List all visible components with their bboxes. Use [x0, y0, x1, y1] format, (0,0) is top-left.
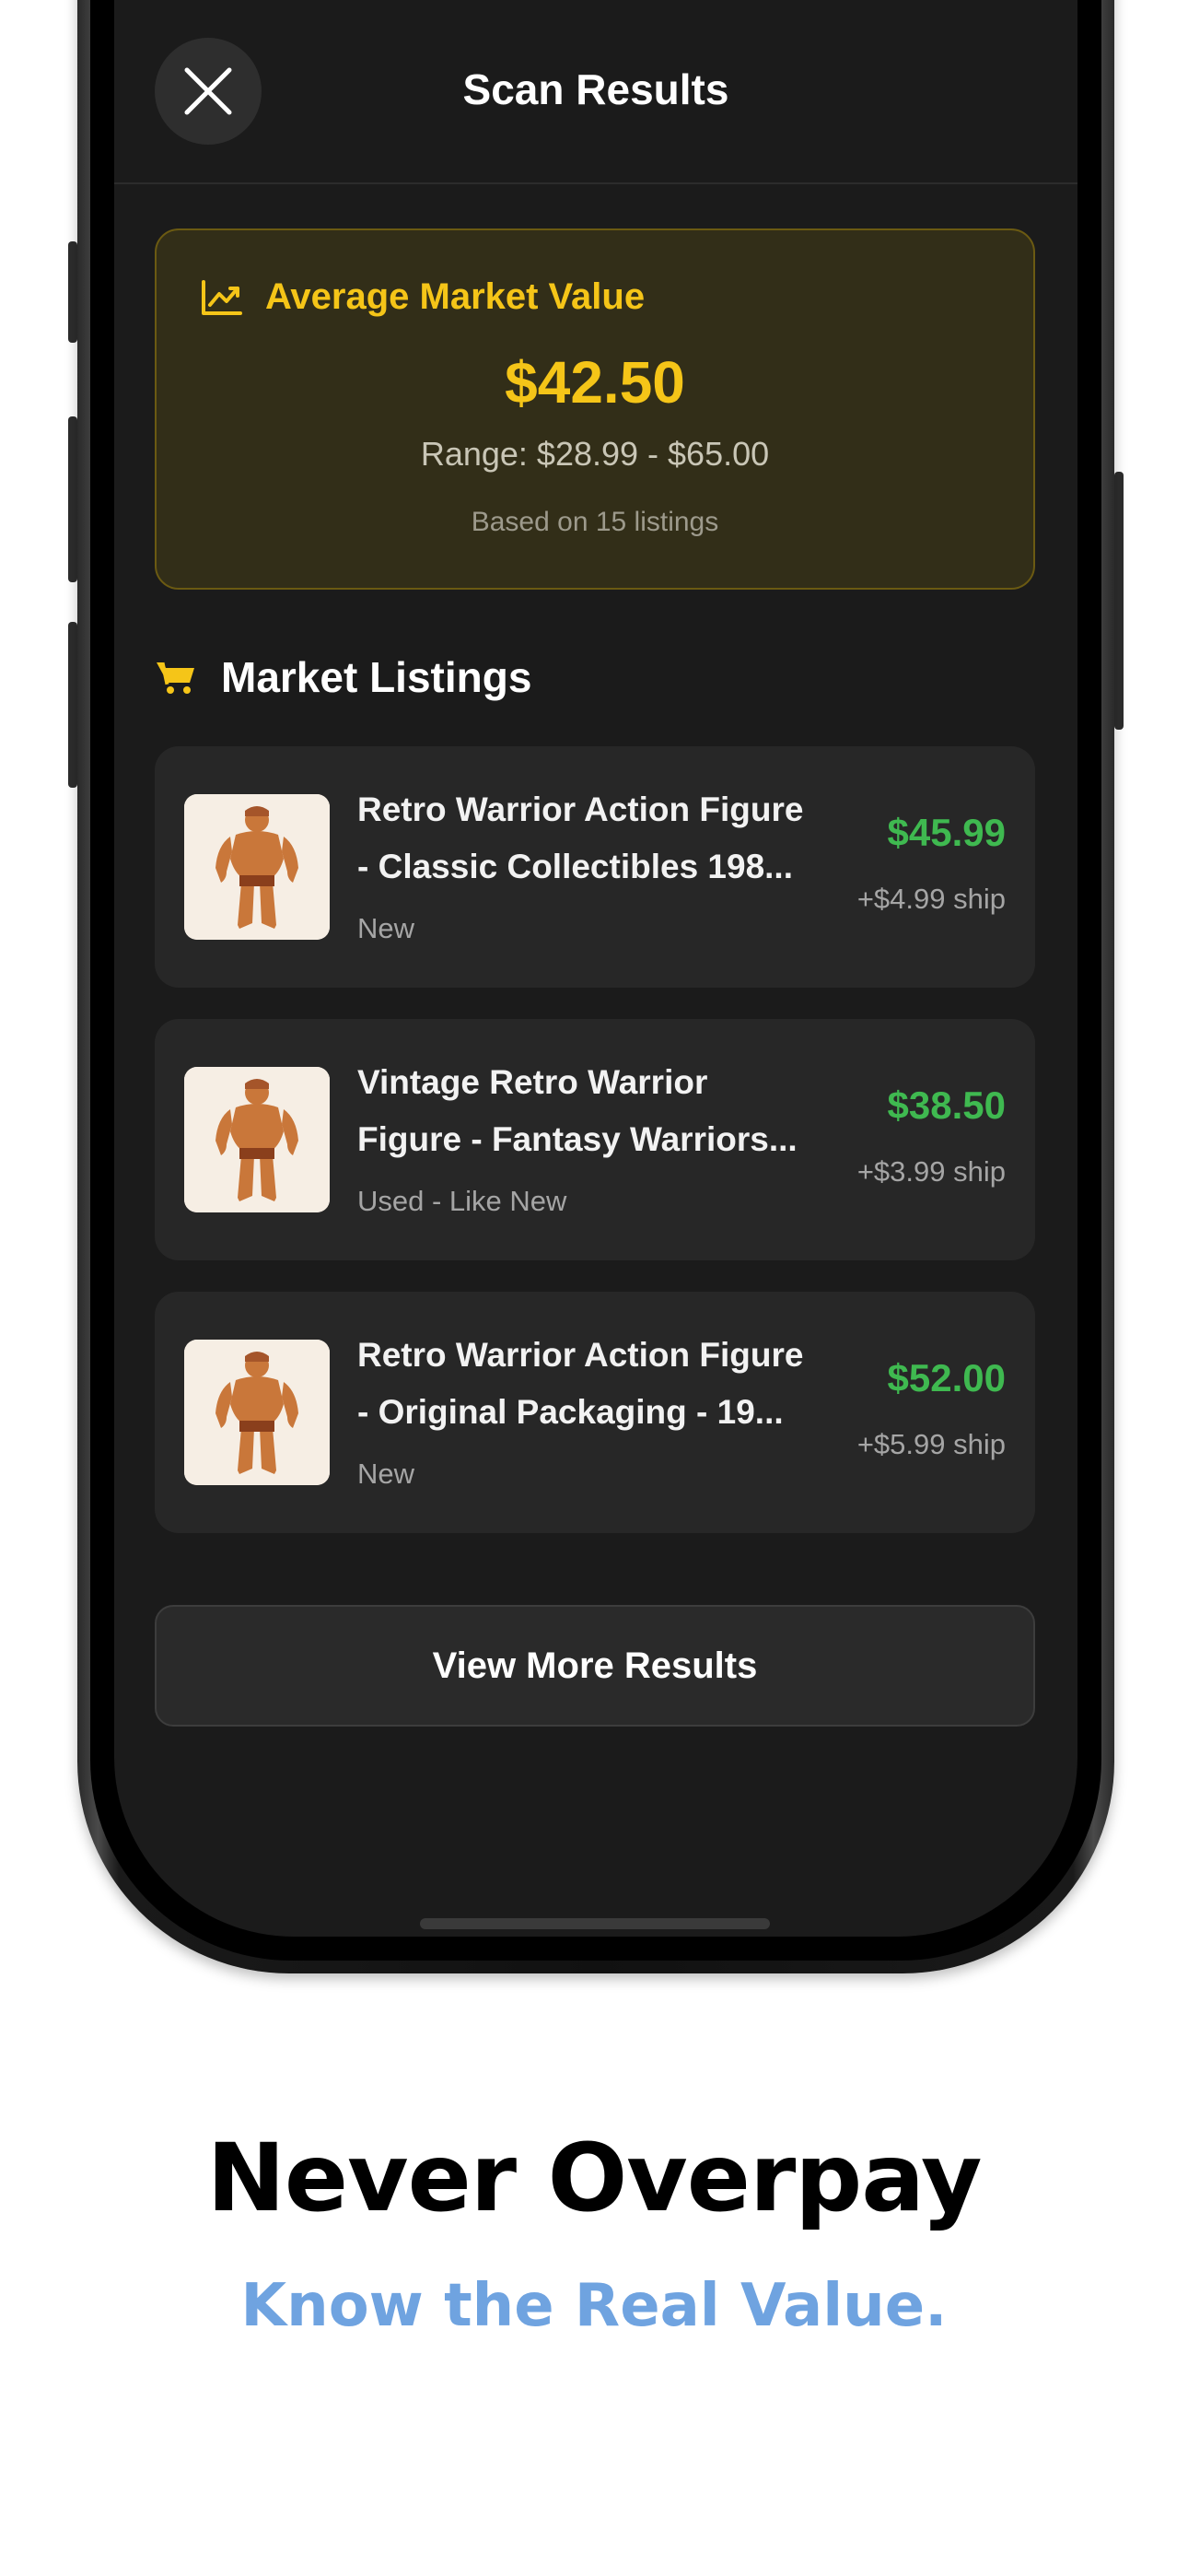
listing-price: $45.99	[887, 811, 1006, 854]
listing-condition: New	[357, 1458, 415, 1490]
listing-shipping: +$4.99 ship	[856, 883, 1006, 915]
listing-title-line1: Retro Warrior Action Figure	[357, 1336, 804, 1374]
listing-price: $52.00	[887, 1356, 1006, 1399]
listing-card[interactable]: Retro Warrior Action Figure - Classic Co…	[155, 746, 1035, 988]
listing-price: $38.50	[887, 1083, 1006, 1127]
listing-title-line2: Figure - Fantasy Warriors...	[357, 1120, 798, 1158]
app-store-screenshot: Scan Results Average Market Value $42.50…	[0, 0, 1188, 2576]
listing-card[interactable]: Retro Warrior Action Figure - Original P…	[155, 1292, 1035, 1533]
listing-title: Retro Warrior Action Figure - Original P…	[357, 1327, 818, 1441]
listing-title: Vintage Retro Warrior Figure - Fantasy W…	[357, 1054, 818, 1168]
phone-action-button	[68, 241, 77, 343]
average-value-label: Average Market Value	[265, 276, 646, 317]
header: Scan Results	[114, 0, 1077, 184]
listing-condition: New	[357, 912, 415, 944]
action-figure-image	[184, 794, 330, 940]
listing-title-line2: - Classic Collectibles 198...	[357, 848, 793, 885]
price-range: Range: $28.99 - $65.00	[420, 435, 770, 473]
listing-shipping: +$5.99 ship	[856, 1428, 1006, 1460]
marketing-subheadline: Know the Real Value.	[240, 2272, 948, 2340]
section-title: Market Listings	[221, 653, 532, 701]
phone-volume-up-button	[68, 416, 77, 582]
product-thumbnail	[184, 1340, 330, 1485]
listing-title-line1: Vintage Retro Warrior	[357, 1063, 708, 1101]
cart-icon	[157, 662, 194, 694]
marketing-headline: Never Overpay	[206, 2124, 983, 2233]
average-value: $42.50	[505, 349, 685, 416]
average-value-card: Average Market Value $42.50 Range: $28.9…	[155, 228, 1035, 590]
listing-count-note: Based on 15 listings	[471, 507, 719, 537]
app-screen: Scan Results Average Market Value $42.50…	[114, 0, 1077, 1937]
listing-condition: Used - Like New	[357, 1185, 567, 1217]
listing-shipping: +$3.99 ship	[856, 1155, 1006, 1188]
market-listings-heading: Market Listings	[155, 652, 531, 702]
view-more-results-button[interactable]: View More Results	[155, 1605, 1035, 1727]
product-thumbnail	[184, 1067, 330, 1212]
listing-title-line2: - Original Packaging - 19...	[357, 1393, 784, 1431]
listing-title-line1: Retro Warrior Action Figure	[357, 790, 804, 828]
home-indicator[interactable]	[420, 1918, 770, 1929]
action-figure-image	[184, 1340, 330, 1485]
phone-power-button	[1114, 472, 1124, 730]
listing-title: Retro Warrior Action Figure - Classic Co…	[357, 781, 818, 896]
average-value-label-row: Average Market Value	[201, 276, 645, 318]
phone-volume-down-button	[68, 622, 77, 788]
listing-card[interactable]: Vintage Retro Warrior Figure - Fantasy W…	[155, 1019, 1035, 1260]
trend-chart-icon	[202, 279, 242, 315]
action-figure-image	[184, 1067, 330, 1212]
page-title: Scan Results	[462, 65, 729, 113]
product-thumbnail	[184, 794, 330, 940]
